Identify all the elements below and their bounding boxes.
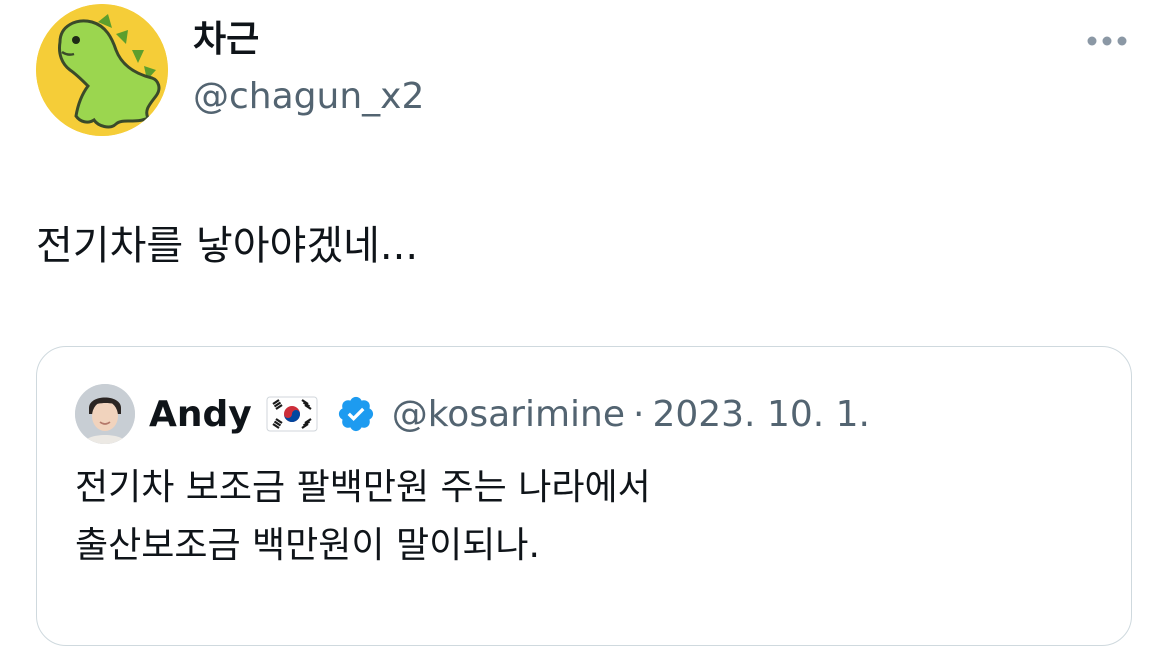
separator-dot: · [632,393,645,435]
author-avatar[interactable] [36,4,168,136]
south-korea-flag-icon [266,396,318,432]
quoted-tweet-header: Andy @kosarimine · 2023. 10. 1. [75,383,870,445]
quoted-author-name[interactable]: Andy [149,394,252,435]
verified-badge-icon [336,394,376,434]
tweet: 차근 @chagun_x2 전기차를 낳아야겠네... Andy @kosari… [0,0,1170,646]
quoted-author-handle[interactable]: @kosarimine [392,394,625,435]
author-handle[interactable]: @chagun_x2 [193,75,424,119]
author-display-name[interactable]: 차근 [193,18,259,62]
quoted-tweet-card[interactable]: Andy @kosarimine · 2023. 10. 1. 전기차 보조금 … [36,346,1132,646]
person-avatar-icon [75,384,135,444]
quoted-tweet-line: 전기차 보조금 팔백만원 주는 나라에서 [75,467,651,508]
quoted-author-avatar[interactable] [75,384,135,444]
tweet-text: 전기차를 낳아야겠네... [36,223,419,269]
quoted-tweet-text: 전기차 보조금 팔백만원 주는 나라에서 출산보조금 백만원이 말이되나. [75,459,651,575]
quoted-tweet-date[interactable]: 2023. 10. 1. [652,394,870,435]
green-dinosaur-avatar-icon [36,4,168,136]
quoted-tweet-line: 출산보조금 백만원이 말이되나. [75,525,540,566]
more-options-icon[interactable] [1084,30,1130,52]
